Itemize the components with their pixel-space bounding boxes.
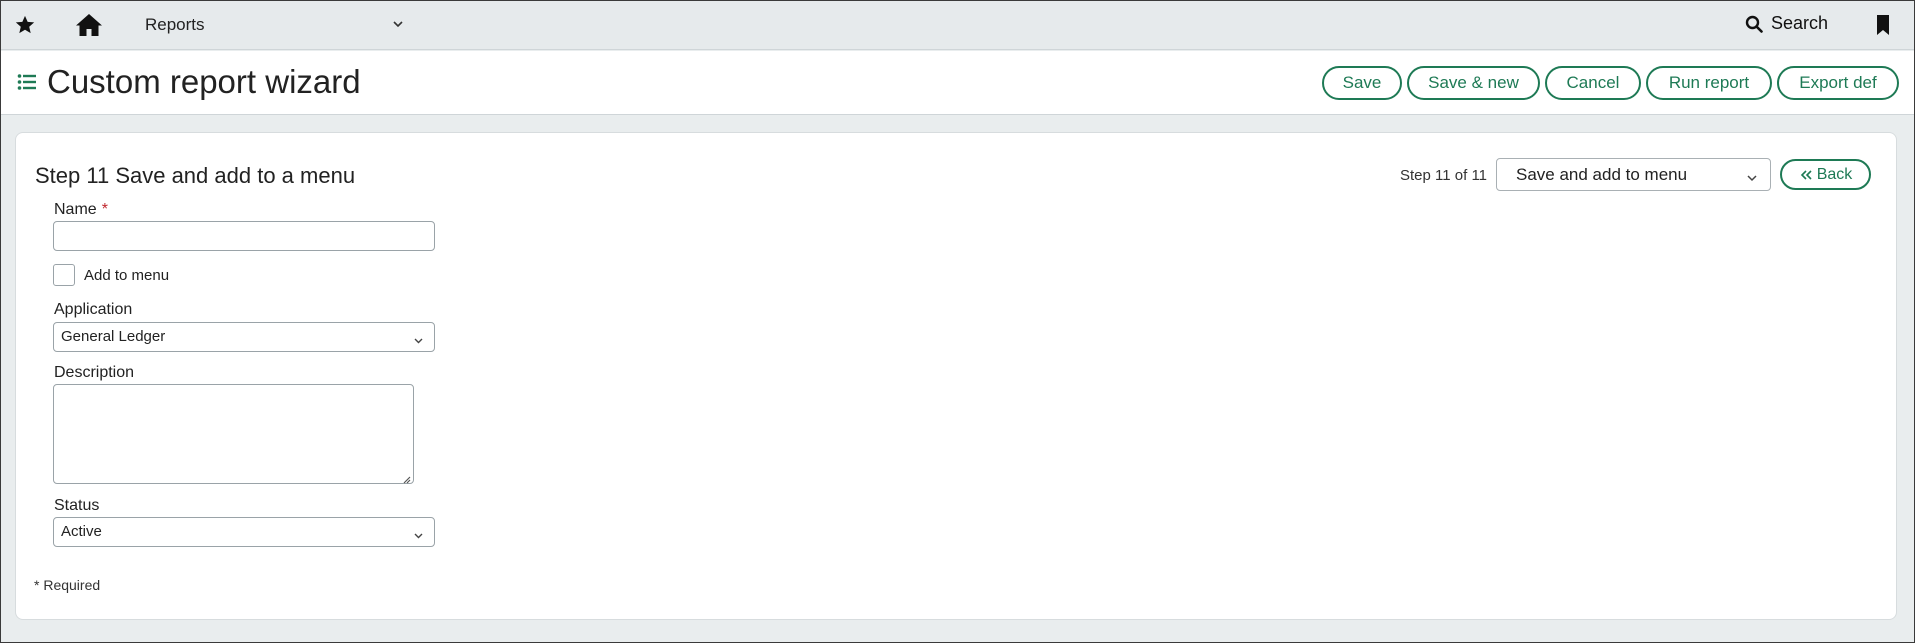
status-select[interactable]: Active	[53, 517, 435, 547]
save-and-new-button[interactable]: Save & new	[1407, 66, 1540, 100]
required-marker: *	[101, 201, 108, 218]
top-navigation-bar: Reports Search	[1, 1, 1914, 50]
add-to-menu-checkbox[interactable]	[53, 264, 75, 286]
list-icon[interactable]	[17, 73, 37, 91]
search-icon	[1745, 15, 1763, 33]
step-title: Step 11 Save and add to a menu	[35, 163, 356, 188]
name-input[interactable]	[53, 221, 435, 251]
chevron-down-icon[interactable]	[391, 17, 405, 31]
step-select-dropdown[interactable]: Save and add to menu	[1496, 158, 1771, 191]
chevron-down-icon	[413, 333, 424, 344]
page-header: Custom report wizard Save Save & new Can…	[1, 51, 1914, 115]
run-report-button[interactable]: Run report	[1646, 66, 1772, 100]
save-button[interactable]: Save	[1322, 66, 1402, 100]
application-label: Application	[54, 301, 133, 318]
name-label: Name *	[54, 201, 108, 219]
status-label: Status	[54, 497, 100, 514]
back-button[interactable]: Back	[1780, 159, 1871, 190]
step-select-value: Save and add to menu	[1516, 165, 1688, 184]
bookmark-icon[interactable]	[1875, 14, 1891, 36]
add-to-menu-label: Add to menu	[84, 267, 170, 284]
wizard-step-card: Step 11 Save and add to a menu Step 11 o…	[15, 132, 1897, 620]
chevron-down-icon	[1746, 169, 1758, 182]
star-icon[interactable]	[13, 13, 37, 37]
home-icon[interactable]	[75, 12, 103, 38]
module-menu-label[interactable]: Reports	[145, 15, 205, 35]
application-select[interactable]: General Ledger	[53, 322, 435, 352]
description-label: Description	[54, 364, 135, 381]
search-button[interactable]: Search	[1745, 13, 1828, 34]
page-title: Custom report wizard	[47, 63, 361, 100]
export-def-button[interactable]: Export def	[1777, 66, 1899, 100]
cancel-button[interactable]: Cancel	[1545, 66, 1641, 100]
double-chevron-left-icon	[1800, 169, 1812, 180]
description-textarea[interactable]	[53, 384, 414, 484]
back-label: Back	[1816, 165, 1853, 183]
status-value: Active	[61, 523, 102, 540]
step-counter: Step 11 of 11	[1400, 167, 1488, 184]
application-value: General Ledger	[61, 328, 166, 345]
required-note: * Required	[34, 577, 101, 593]
search-label: Search	[1771, 13, 1829, 33]
name-label-text: Name	[54, 201, 97, 218]
chevron-down-icon	[413, 528, 424, 539]
resize-grip-icon[interactable]	[401, 471, 411, 484]
